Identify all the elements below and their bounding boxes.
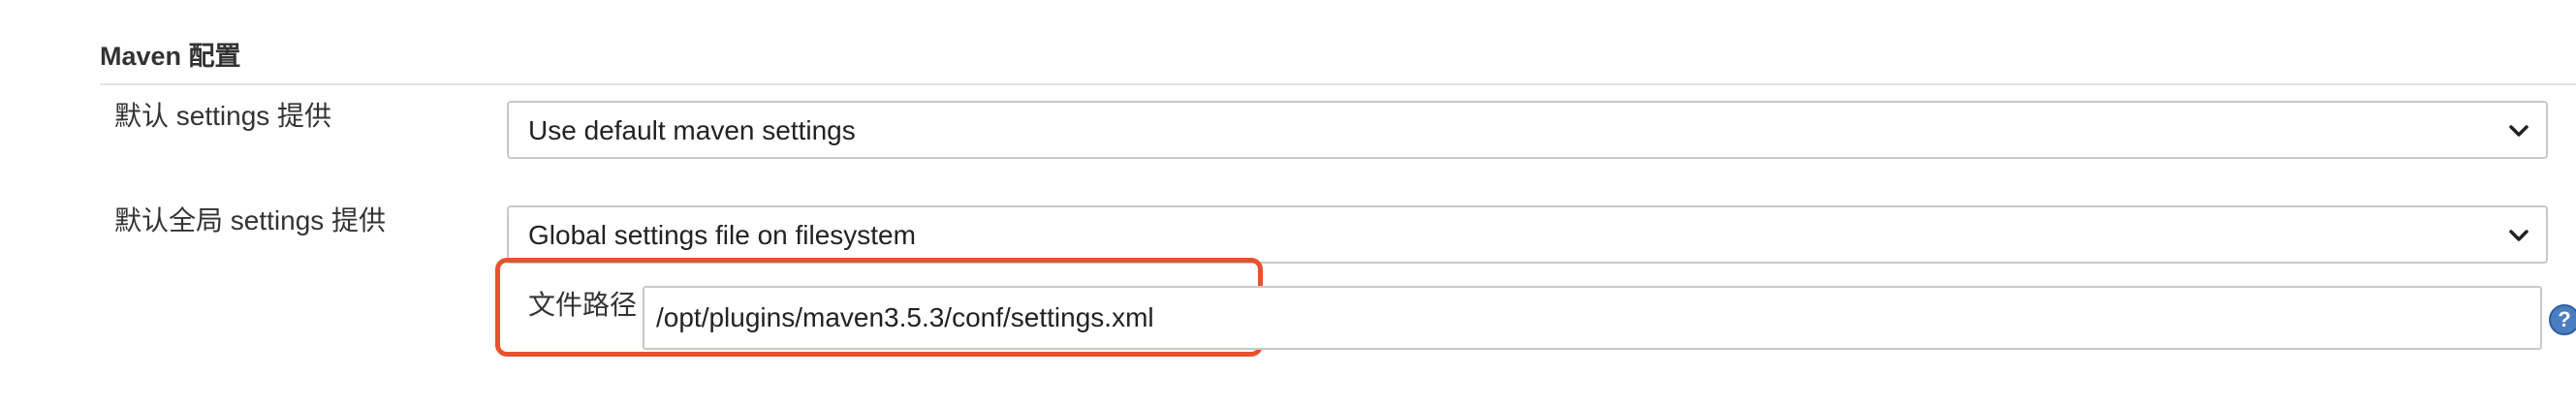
section-title: Maven 配置 [100, 42, 241, 71]
chevron-down-icon [2509, 125, 2529, 137]
default-settings-select-value: Use default maven settings [528, 115, 856, 145]
global-settings-select[interactable]: Global settings file on filesystem [507, 205, 2548, 264]
file-path-label: 文件路径 [528, 290, 638, 320]
section-divider [100, 83, 2576, 85]
chevron-down-icon [2509, 230, 2529, 241]
global-settings-label: 默认全局 settings 提供 [114, 205, 387, 235]
global-settings-select-value: Global settings file on filesystem [528, 220, 916, 250]
file-path-input[interactable] [643, 286, 2542, 350]
maven-config-page: Maven 配置 默认 settings 提供 Use default mave… [0, 0, 2576, 407]
help-icon[interactable]: ? [2549, 304, 2576, 335]
default-settings-label: 默认 settings 提供 [114, 101, 332, 131]
default-settings-select[interactable]: Use default maven settings [507, 101, 2548, 159]
